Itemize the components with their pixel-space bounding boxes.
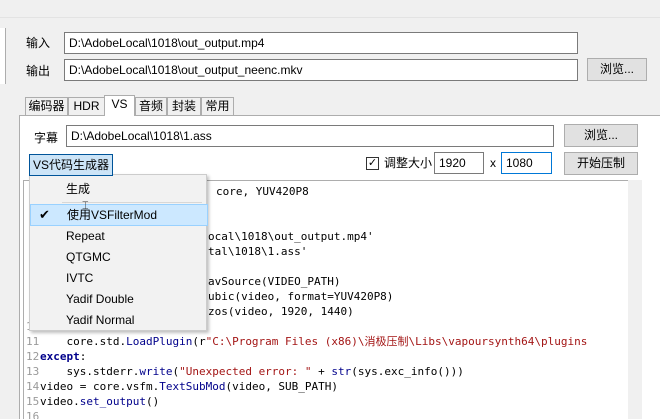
code-line: tal\1018\1.ass' (208, 245, 308, 258)
code-line-14: video = core.vsfm.TextSubMod(video, SUB_… (40, 380, 339, 393)
subtitle-browse-button[interactable]: 浏览... (564, 124, 638, 147)
tab-hdr[interactable]: HDR (68, 97, 105, 115)
code-line: core, YUV420P8 (216, 185, 309, 198)
menu-item-yadif-normal[interactable]: Yadif Normal (30, 310, 206, 330)
resize-checkbox[interactable]: ✓ (366, 157, 379, 170)
code-line: ocal\1018\out_output.mp4' (208, 230, 374, 243)
line-number: 13 (26, 365, 40, 378)
input-label: 输入 (26, 36, 51, 50)
tab-mux[interactable]: 封装 (167, 97, 201, 115)
line-number: 16 (26, 410, 40, 419)
checkmark-icon: ✔ (39, 207, 50, 222)
vs-generator-menu: 生成 ✔ 使用VSFilterMod Repeat QTGMC IVTC Yadi… (29, 174, 208, 331)
code-line: avSource(VIDEO_PATH) (208, 275, 341, 288)
menu-item-generate[interactable]: 生成 (30, 179, 206, 199)
code-line-12: except: (40, 350, 87, 363)
output-label: 输出 (26, 64, 51, 78)
vs-code-generator-button[interactable]: VS代码生成器 (29, 154, 113, 176)
title-bar (0, 0, 660, 18)
subtitle-path-field[interactable]: D:\AdobeLocal\1018\1.ass (66, 125, 554, 147)
tab-audio[interactable]: 音频 (135, 97, 167, 115)
menu-item-use-vsfiltermod[interactable]: ✔ 使用VSFilterMod (30, 204, 208, 226)
tab-vs[interactable]: VS (104, 95, 135, 116)
menu-item-qtgmc[interactable]: QTGMC (30, 247, 206, 267)
menu-item-repeat[interactable]: Repeat (30, 226, 206, 246)
menu-item-yadif-double[interactable]: Yadif Double (30, 289, 206, 309)
tab-common[interactable]: 常用 (201, 97, 234, 115)
input-path-field[interactable]: D:\AdobeLocal\1018\out_output.mp4 (64, 32, 578, 54)
code-line: ubic(video, format=YUV420P8) (208, 290, 394, 303)
code-line-11: core.std.LoadPlugin(r"C:\Program Files (… (40, 335, 588, 348)
line-number: 15 (26, 395, 40, 408)
code-line-13: sys.stderr.write("Unexpected error: " + … (40, 365, 464, 378)
mouse-cursor-icon: ⌶ (82, 200, 89, 212)
width-input[interactable]: 1920 (434, 152, 484, 174)
resize-label: 调整大小 (384, 156, 433, 170)
output-browse-button[interactable]: 浏览... (587, 58, 647, 81)
check-icon: ✓ (367, 157, 378, 169)
x-label: x (490, 156, 496, 170)
code-line-15: video.set_output() (40, 395, 160, 408)
output-path-field[interactable]: D:\AdobeLocal\1018\out_output_neenc.mkv (64, 59, 578, 81)
line-number: 14 (26, 380, 40, 393)
tab-encoder[interactable]: 编码器 (25, 97, 68, 115)
subtitle-label: 字幕 (34, 131, 59, 145)
code-vertical-scrollbar[interactable] (628, 180, 642, 419)
menu-item-ivtc[interactable]: IVTC (30, 268, 206, 288)
line-number: 12 (26, 350, 40, 363)
height-input[interactable]: 1080 (501, 152, 552, 174)
code-line: zos(video, 1920, 1440) (208, 305, 354, 318)
line-number: 11 (26, 335, 40, 348)
left-panel-edge (0, 28, 6, 84)
start-encode-button[interactable]: 开始压制 (564, 152, 638, 175)
